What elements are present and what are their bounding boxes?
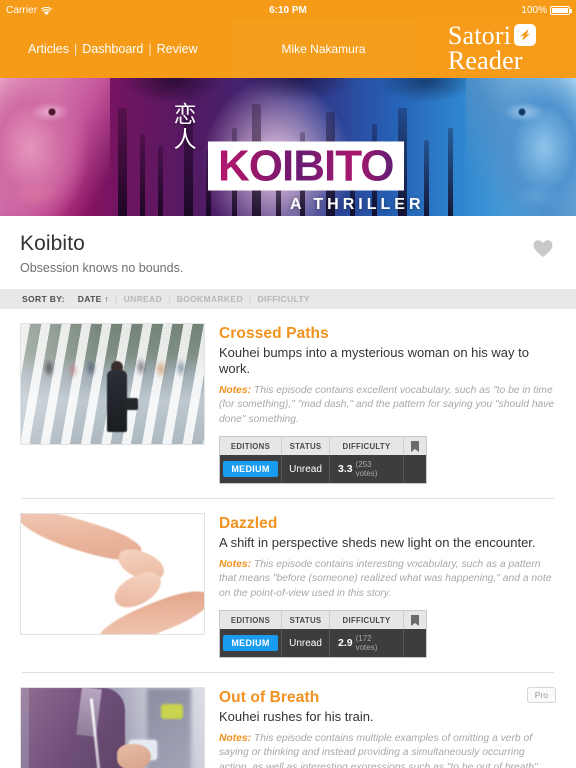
status-cell: Unread (282, 455, 330, 484)
banner-title: KOIBITO (218, 141, 395, 191)
logo-line-2: Reader (447, 46, 523, 75)
table-row: MEDIUM Unread 2.9 (172 votes) (220, 629, 426, 658)
edition-pill: MEDIUM (223, 635, 278, 652)
column-header-editions: EDITIONS (220, 611, 282, 630)
status-cell: Unread (282, 629, 330, 658)
notes-label: Notes: (219, 558, 252, 570)
difficulty-value: 3.3 (338, 463, 353, 476)
edition-cell[interactable]: MEDIUM (220, 455, 282, 484)
sort-option-date[interactable]: DATE ↑ (72, 294, 115, 304)
series-header: Koibito Obsession knows no bounds. (0, 216, 576, 289)
status-bar: Carrier 6:10 PM 100% (0, 0, 576, 20)
bookmark-icon (411, 441, 419, 453)
article-description: Kouhei bumps into a mysterious woman on … (219, 345, 529, 377)
sort-option-difficulty[interactable]: DIFFICULTY (252, 294, 316, 304)
battery-percent-label: 100% (521, 4, 547, 16)
article-title[interactable]: Out of Breath (219, 689, 556, 707)
article-description: A shift in perspective sheds new light o… (219, 535, 536, 551)
column-header-difficulty: DIFFICULTY (330, 611, 404, 630)
list-item[interactable]: Dazzled A shift in perspective sheds new… (0, 499, 576, 659)
app-header: Articles | Dashboard | Review Mike Nakam… (0, 20, 576, 78)
list-item[interactable]: Pro Out of Breath Kouhei rushes for his … (0, 673, 576, 768)
sort-option-bookmarked[interactable]: BOOKMARKED (171, 294, 249, 304)
article-thumbnail[interactable] (20, 323, 205, 445)
table-row: MEDIUM Unread 3.3 (253 votes) (220, 455, 426, 484)
series-tagline: Obsession knows no bounds. (20, 261, 184, 275)
banner-face-right (466, 78, 576, 216)
column-header-difficulty: DIFFICULTY (330, 437, 404, 456)
article-description: Kouhei rushes for his train. (219, 709, 374, 725)
meta-header-row: EDITIONS STATUS DIFFICULTY (220, 611, 426, 630)
article-body: Dazzled A shift in perspective sheds new… (219, 513, 556, 659)
column-header-status: STATUS (282, 437, 330, 456)
article-title[interactable]: Dazzled (219, 515, 556, 533)
sort-option-unread[interactable]: UNREAD (118, 294, 168, 304)
status-badge: Unread (289, 463, 322, 475)
banner-title-plate: KOIBITO (208, 141, 404, 191)
notes-text: This episode contains excellent vocabula… (219, 384, 555, 426)
nav-link-review[interactable]: Review (157, 42, 198, 56)
article-thumbnail[interactable] (20, 687, 205, 768)
article-notes: Notes: This episode contains interesting… (219, 558, 556, 603)
battery-full-icon (550, 5, 572, 15)
banner-kanji: 恋人 (169, 102, 196, 152)
user-menu[interactable]: Mike Nakamura (231, 20, 416, 78)
list-item[interactable]: Crossed Paths Kouhei bumps into a myster… (0, 309, 576, 485)
article-title[interactable]: Crossed Paths (219, 325, 556, 343)
heart-icon[interactable] (532, 238, 554, 258)
notes-text: This episode contains interesting vocabu… (219, 558, 552, 600)
difficulty-cell: 3.3 (253 votes) (330, 455, 404, 484)
user-name-label: Mike Nakamura (281, 42, 366, 56)
bookmark-cell[interactable] (404, 629, 426, 658)
banner-face-left (0, 78, 110, 216)
article-body: Pro Out of Breath Kouhei rushes for his … (219, 687, 556, 768)
notes-label: Notes: (219, 384, 252, 396)
article-thumbnail[interactable] (20, 513, 205, 636)
nav-link-dashboard[interactable]: Dashboard (82, 42, 143, 56)
banner-subtitle: A THRILLER (290, 196, 425, 213)
column-header-bookmark (404, 611, 426, 630)
article-notes: Notes: This episode contains multiple ex… (219, 732, 556, 768)
notes-text: This episode contains multiple examples … (219, 732, 538, 768)
pro-badge[interactable]: Pro (526, 687, 556, 704)
column-header-bookmark (404, 437, 426, 456)
edition-cell[interactable]: MEDIUM (220, 629, 282, 658)
logo-text: Satori Reader (447, 23, 537, 75)
column-header-editions: EDITIONS (220, 437, 282, 456)
main-nav: Articles | Dashboard | Review (0, 20, 231, 78)
article-list: Crossed Paths Kouhei bumps into a myster… (0, 309, 576, 768)
difficulty-votes: (253 votes) (355, 460, 378, 479)
bookmark-cell[interactable] (404, 455, 426, 484)
nav-separator-1: | (73, 42, 78, 56)
article-body: Crossed Paths Kouhei bumps into a myster… (219, 323, 556, 485)
page-title: Koibito (20, 232, 85, 255)
status-badge: Unread (289, 637, 322, 649)
sort-arrow-icon: ↑ (104, 294, 110, 304)
article-meta-table: EDITIONS STATUS DIFFICULTY MEDIUM Unread… (219, 610, 427, 659)
sort-by-label: SORT BY: (22, 294, 65, 304)
bookmark-icon (411, 615, 419, 627)
nav-link-articles[interactable]: Articles (28, 42, 69, 56)
difficulty-value: 2.9 (338, 637, 353, 650)
clock: 6:10 PM (269, 4, 307, 16)
origami-bird-icon (514, 24, 537, 47)
status-bar-right: 100% (521, 4, 572, 16)
article-notes: Notes: This episode contains excellent v… (219, 384, 556, 429)
nav-separator-2: | (148, 42, 152, 56)
article-meta-table: EDITIONS STATUS DIFFICULTY MEDIUM Unread… (219, 436, 427, 485)
column-header-status: STATUS (282, 611, 330, 630)
notes-label: Notes: (219, 732, 252, 744)
edition-pill: MEDIUM (223, 461, 278, 478)
sort-bar: SORT BY: DATE ↑ | UNREAD | BOOKMARKED | … (0, 289, 576, 309)
meta-header-row: EDITIONS STATUS DIFFICULTY (220, 437, 426, 456)
app-logo[interactable]: Satori Reader (416, 20, 576, 78)
series-banner: 恋人 KOIBITO A THRILLER (0, 78, 576, 216)
difficulty-votes: (172 votes) (355, 634, 378, 653)
difficulty-cell: 2.9 (172 votes) (330, 629, 404, 658)
